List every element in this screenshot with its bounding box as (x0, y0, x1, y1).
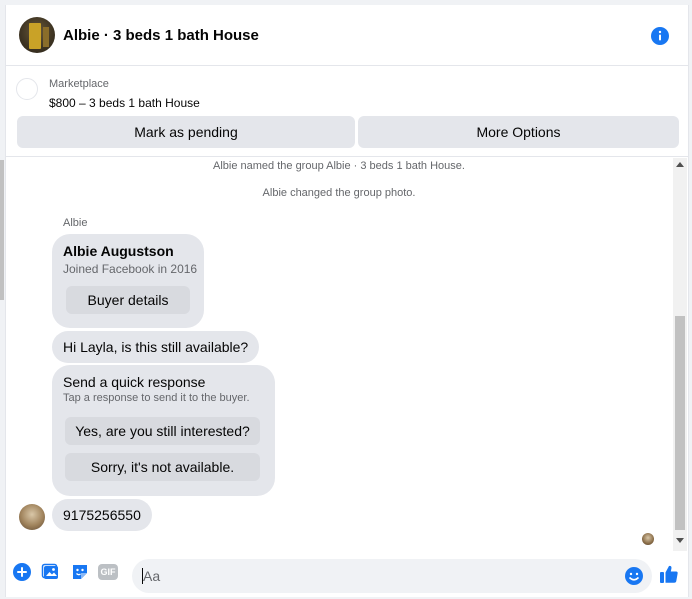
quick-response-option[interactable]: Yes, are you still interested? (65, 417, 260, 445)
message-scrollbar[interactable] (673, 158, 687, 551)
message-bubble: Hi Layla, is this still available? (52, 331, 260, 363)
sticker-icon[interactable] (70, 562, 90, 582)
buyer-joined: Joined Facebook in 2016 (63, 262, 198, 276)
chat-window: Albie · 3 beds 1 bath House Marketplace … (5, 5, 689, 597)
sender-name: Albie (63, 217, 88, 229)
buyer-card: Albie Augustson Joined Facebook in 2016 … (52, 234, 204, 328)
plus-icon[interactable] (12, 562, 32, 582)
scroll-thumb[interactable] (675, 316, 685, 530)
avatar-door-shadow (43, 27, 49, 47)
page: Albie · 3 beds 1 bath House Marketplace … (0, 0, 692, 599)
message-composer: GIF (6, 551, 688, 597)
emoji-icon[interactable] (624, 566, 644, 586)
marketplace-label: Marketplace (49, 78, 109, 90)
listing-title[interactable]: $800 – 3 beds 1 bath House (49, 96, 200, 110)
chat-header: Albie · 3 beds 1 bath House (6, 5, 688, 66)
message-input[interactable] (143, 559, 613, 593)
quick-response-title: Send a quick response (63, 374, 206, 390)
sender-avatar (19, 504, 45, 530)
scroll-up-arrow-icon[interactable] (676, 162, 684, 167)
message-input-wrapper[interactable] (132, 559, 652, 593)
photo-icon[interactable] (41, 562, 61, 582)
like-icon[interactable] (658, 563, 680, 585)
system-message: Albie changed the group photo. (262, 187, 416, 199)
system-message: Albie named the group Albie · 3 beds 1 b… (213, 160, 465, 172)
buyer-name: Albie Augustson (63, 243, 174, 259)
message-bubble: 9175256550 (52, 499, 152, 531)
listing-thumbnail[interactable] (16, 78, 38, 100)
seen-indicator-avatar (642, 533, 654, 545)
scroll-down-arrow-icon[interactable] (676, 538, 684, 543)
gif-icon[interactable]: GIF (98, 564, 118, 580)
mark-as-pending-button[interactable]: Mark as pending (17, 116, 355, 148)
quick-response-card: Send a quick response Tap a response to … (52, 365, 275, 496)
more-options-button[interactable]: More Options (358, 116, 679, 148)
chat-title[interactable]: Albie · 3 beds 1 bath House (63, 27, 259, 44)
info-icon[interactable] (650, 26, 670, 46)
quick-response-option[interactable]: Sorry, it's not available. (65, 453, 260, 481)
group-avatar[interactable] (19, 17, 55, 53)
message-list: Albie named the group Albie · 3 beds 1 b… (6, 158, 688, 551)
marketplace-bar: Marketplace $800 – 3 beds 1 bath House M… (6, 67, 688, 157)
background-scrollbar (0, 160, 4, 300)
avatar-door (29, 23, 41, 49)
quick-response-subtitle: Tap a response to send it to the buyer. (63, 392, 250, 404)
buyer-details-button[interactable]: Buyer details (66, 286, 190, 314)
